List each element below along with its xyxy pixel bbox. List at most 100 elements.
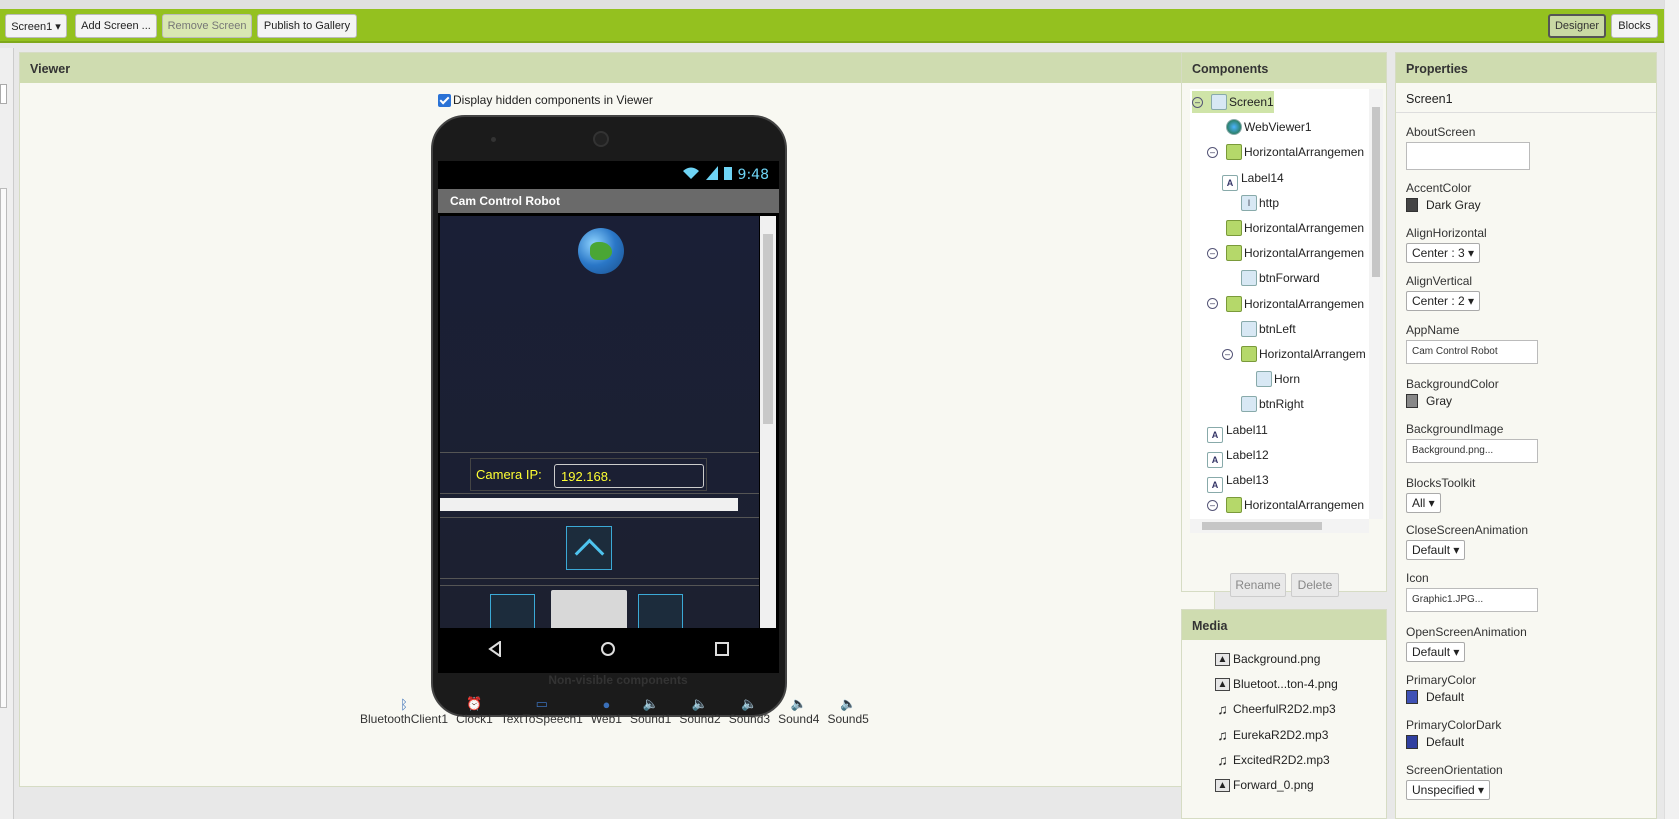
remove-screen-button[interactable]: Remove Screen bbox=[162, 14, 252, 38]
properties-panel: Properties Screen1 AboutScreen AccentCol… bbox=[1395, 52, 1657, 819]
display-hidden-checkbox[interactable]: Display hidden components in Viewer bbox=[438, 93, 653, 107]
align-vertical-dropdown[interactable]: Center : 2 ▾ bbox=[1406, 291, 1481, 311]
tree-node[interactable]: – HorizontalArrangemen bbox=[1207, 293, 1364, 315]
tree-node[interactable]: WebViewer1 bbox=[1207, 116, 1312, 138]
tree-node-label: btnRight bbox=[1259, 397, 1304, 412]
media-item[interactable]: ▲ Background.png bbox=[1215, 648, 1320, 670]
add-screen-button[interactable]: Add Screen ... bbox=[75, 14, 157, 38]
top-strip bbox=[0, 0, 1679, 9]
collapse-toggle-icon[interactable]: – bbox=[1207, 247, 1218, 259]
tree-node[interactable]: HorizontalArrangemen bbox=[1207, 217, 1364, 239]
media-item[interactable]: ♫ CheerfulR2D2.mp3 bbox=[1215, 698, 1335, 720]
label-icon: A bbox=[1207, 477, 1223, 493]
camera-ip-input[interactable]: 192.168. bbox=[554, 464, 704, 488]
media-item[interactable]: ▲ Bluetoot...ton-4.png bbox=[1215, 673, 1338, 695]
horn-button[interactable] bbox=[551, 590, 627, 628]
delete-button[interactable]: Delete bbox=[1291, 573, 1339, 597]
recents-icon[interactable] bbox=[714, 641, 730, 660]
tree-node[interactable]: – HorizontalArrangemen bbox=[1207, 141, 1364, 163]
tree-node[interactable]: A Label14 bbox=[1222, 167, 1284, 191]
media-item[interactable]: ♫ ExcitedR2D2.mp3 bbox=[1215, 749, 1329, 771]
scroll-thumb[interactable] bbox=[1372, 107, 1380, 277]
nonvisible-item[interactable]: 🔈 Sound3 bbox=[725, 696, 774, 726]
collapse-toggle-icon[interactable]: – bbox=[1207, 298, 1218, 310]
nonvisible-item[interactable]: ● Web1 bbox=[587, 696, 626, 727]
prop-align-vertical: AlignVertical Center : 2 ▾ bbox=[1406, 274, 1481, 311]
tree-node[interactable]: – HorizontalArrangem bbox=[1222, 343, 1366, 365]
close-animation-dropdown[interactable]: Default ▾ bbox=[1406, 540, 1466, 560]
background-image-picker[interactable]: Background.png... bbox=[1406, 439, 1538, 463]
blocks-button[interactable]: Blocks bbox=[1611, 14, 1658, 38]
nonvisible-title: Non-visible components bbox=[548, 673, 688, 687]
background-color-picker[interactable]: Gray bbox=[1406, 394, 1499, 408]
palette-list[interactable] bbox=[0, 188, 7, 708]
right-button[interactable] bbox=[638, 594, 683, 628]
screen-orientation-dropdown[interactable]: Unspecified ▾ bbox=[1406, 780, 1491, 800]
nonvisible-item[interactable]: 🔈 Sound2 bbox=[675, 696, 724, 726]
tree-node[interactable]: btnRight bbox=[1222, 393, 1304, 415]
tree-node[interactable]: – Screen1 bbox=[1192, 91, 1274, 113]
prop-label: AccentColor bbox=[1406, 181, 1472, 195]
appname-input[interactable]: Cam Control Robot bbox=[1406, 340, 1538, 364]
media-item[interactable]: ♫ EurekaR2D2.mp3 bbox=[1215, 724, 1328, 746]
app-scrollbar[interactable] bbox=[760, 216, 776, 628]
tree-node[interactable]: btnForward bbox=[1222, 267, 1320, 289]
back-icon[interactable] bbox=[487, 640, 503, 660]
screen-select-dropdown[interactable]: Screen1 ▾ bbox=[5, 14, 67, 38]
tree-node[interactable]: – HorizontalArrangemen bbox=[1207, 494, 1364, 516]
nonvisible-item[interactable]: 🔈 Sound1 bbox=[626, 696, 675, 726]
about-screen-textarea[interactable] bbox=[1406, 142, 1530, 170]
page-scrollbar[interactable] bbox=[1664, 0, 1679, 819]
tree-node-label: Label11 bbox=[1226, 422, 1268, 437]
tree-node[interactable]: – HorizontalArrangemen bbox=[1207, 242, 1364, 264]
publish-gallery-button[interactable]: Publish to Gallery bbox=[257, 14, 357, 38]
app-body: Camera IP: 192.168. bbox=[440, 216, 759, 628]
collapse-toggle-icon[interactable]: – bbox=[1207, 499, 1218, 511]
nonvisible-item[interactable]: ▭ TextToSpeech1 bbox=[497, 696, 587, 726]
align-horizontal-dropdown[interactable]: Center : 3 ▾ bbox=[1406, 243, 1481, 263]
tree-node[interactable]: btnLeft bbox=[1222, 318, 1296, 340]
home-icon[interactable] bbox=[600, 641, 616, 660]
collapse-toggle-icon[interactable]: – bbox=[1192, 96, 1203, 108]
open-animation-dropdown[interactable]: Default ▾ bbox=[1406, 642, 1466, 662]
prop-label: BackgroundImage bbox=[1406, 422, 1504, 436]
scroll-thumb[interactable] bbox=[763, 234, 773, 424]
music-icon: ♫ bbox=[1217, 751, 1228, 768]
tree-node[interactable]: A Label11 bbox=[1207, 419, 1268, 443]
viewer-title: Viewer bbox=[20, 53, 1214, 83]
primary-dark-color-picker[interactable]: Default bbox=[1406, 735, 1501, 749]
forward-button[interactable] bbox=[566, 526, 612, 570]
scroll-thumb[interactable] bbox=[1202, 522, 1322, 530]
collapse-toggle-icon[interactable]: – bbox=[1207, 146, 1218, 158]
arrangement-icon bbox=[1226, 220, 1242, 236]
prop-label: ScreenOrientation bbox=[1406, 763, 1503, 777]
components-title: Components bbox=[1182, 53, 1386, 83]
tree-node[interactable]: Horn bbox=[1237, 368, 1300, 390]
tree-node[interactable]: A Label13 bbox=[1207, 469, 1269, 493]
blocks-toolkit-dropdown[interactable]: All ▾ bbox=[1406, 493, 1441, 513]
nonvisible-item[interactable]: 🔈 Sound5 bbox=[823, 696, 872, 726]
rename-button[interactable]: Rename bbox=[1230, 573, 1286, 597]
icon-picker[interactable]: Graphic1.JPG... bbox=[1406, 588, 1538, 612]
accent-color-picker[interactable]: Dark Gray bbox=[1406, 198, 1481, 212]
checkbox-checked-icon[interactable] bbox=[438, 93, 451, 107]
primary-color-picker[interactable]: Default bbox=[1406, 690, 1476, 704]
left-button[interactable] bbox=[490, 594, 535, 628]
http-textbox[interactable] bbox=[440, 498, 738, 511]
tree-hscrollbar[interactable] bbox=[1190, 519, 1369, 533]
nonvisible-item[interactable]: 🔈 Sound4 bbox=[774, 696, 823, 726]
designer-button[interactable]: Designer bbox=[1548, 14, 1606, 38]
nonvisible-label: Sound5 bbox=[827, 712, 869, 726]
nonvisible-item[interactable]: ⏰ Clock1 bbox=[452, 696, 497, 726]
tree-node[interactable]: A Label12 bbox=[1207, 444, 1269, 468]
prop-align-horizontal: AlignHorizontal Center : 3 ▾ bbox=[1406, 226, 1487, 263]
media-item[interactable]: ▲ Forward_0.png bbox=[1215, 774, 1314, 796]
palette-search-box[interactable] bbox=[0, 84, 7, 104]
nonvisible-label: Clock1 bbox=[456, 712, 493, 726]
collapse-toggle-icon[interactable]: – bbox=[1222, 348, 1233, 360]
tree-vscrollbar[interactable] bbox=[1369, 89, 1383, 519]
arrangement-icon bbox=[1226, 245, 1242, 262]
nonvisible-item[interactable]: ᛒ BluetoothClient1 bbox=[356, 696, 452, 727]
tree-node[interactable]: Ihttp bbox=[1222, 192, 1279, 214]
webviewer-globe-icon[interactable] bbox=[578, 228, 624, 274]
